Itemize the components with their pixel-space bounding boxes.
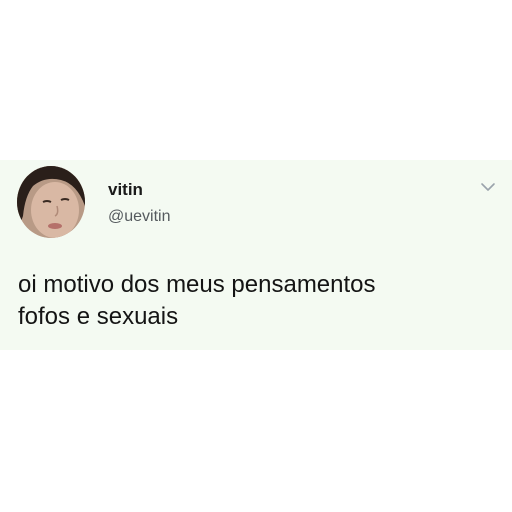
display-name[interactable]: vitin bbox=[108, 180, 143, 200]
avatar[interactable] bbox=[17, 166, 85, 238]
tweet-text-line: oi motivo dos meus pensamentos bbox=[18, 271, 376, 298]
page: vitin @uevitin oi motivo dos meus pensam… bbox=[0, 0, 512, 512]
chevron-down-icon[interactable] bbox=[480, 180, 496, 194]
tweet-card[interactable]: vitin @uevitin oi motivo dos meus pensam… bbox=[0, 160, 512, 350]
avatar-photo bbox=[17, 166, 85, 238]
user-handle[interactable]: @uevitin bbox=[108, 207, 171, 227]
tweet-text-line: fofos e sexuais bbox=[18, 303, 179, 330]
tweet-text: oi motivo dos meus pensamentos fofos e s… bbox=[18, 269, 498, 333]
